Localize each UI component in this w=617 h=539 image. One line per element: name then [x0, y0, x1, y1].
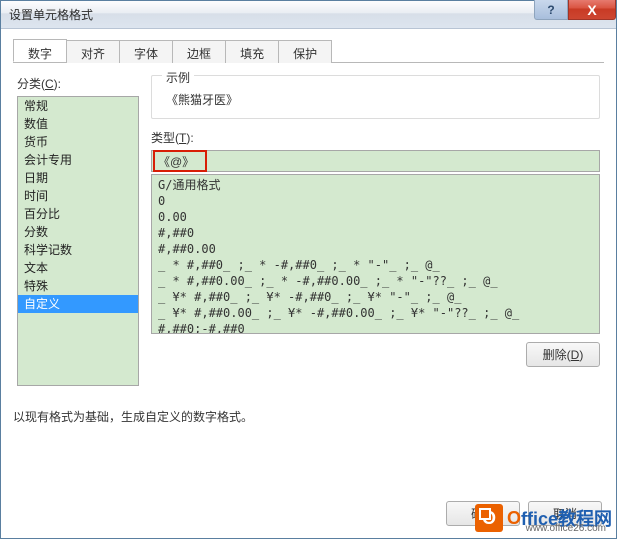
type-input[interactable] — [151, 150, 600, 172]
category-item[interactable]: 会计专用 — [18, 151, 138, 169]
category-item[interactable]: 分数 — [18, 223, 138, 241]
format-item[interactable]: _ ¥* #,##0.00_ ;_ ¥* -#,##0.00_ ;_ ¥* "-… — [152, 305, 599, 321]
format-item[interactable]: _ * #,##0_ ;_ * -#,##0_ ;_ * "-"_ ;_ @_ — [152, 257, 599, 273]
label-text: ): — [186, 131, 193, 145]
example-value: 《熊猫牙医》 — [162, 91, 589, 108]
window-controls: ? X — [534, 0, 616, 20]
label-text: 删除( — [543, 348, 571, 362]
delete-button[interactable]: 删除(D) — [526, 342, 600, 367]
format-item[interactable]: 0 — [152, 193, 599, 209]
category-item[interactable]: 自定义 — [18, 295, 138, 313]
format-item[interactable]: G/通用格式 — [152, 177, 599, 193]
category-item[interactable]: 文本 — [18, 259, 138, 277]
category-listbox[interactable]: 常规数值货币会计专用日期时间百分比分数科学记数文本特殊自定义 — [17, 96, 139, 386]
ok-button[interactable]: 确定 — [446, 501, 520, 526]
titlebar: 设置单元格格式 ? X — [1, 1, 616, 29]
window-title: 设置单元格格式 — [9, 6, 93, 23]
dialog-window: 设置单元格格式 ? X 数字对齐字体边框填充保护 分类(C): 常规数值货币会计… — [0, 0, 617, 539]
label-text: ) — [579, 348, 583, 362]
format-item[interactable]: #,##0;-#,##0 — [152, 321, 599, 334]
category-item[interactable]: 数值 — [18, 115, 138, 133]
category-item[interactable]: 百分比 — [18, 205, 138, 223]
label-text: ): — [54, 77, 61, 91]
type-label: 类型(T): — [151, 129, 600, 146]
tab-4[interactable]: 填充 — [225, 40, 279, 63]
format-listbox[interactable]: G/通用格式00.00#,##0#,##0.00_ * #,##0_ ;_ * … — [151, 174, 600, 334]
category-item[interactable]: 日期 — [18, 169, 138, 187]
close-button[interactable]: X — [568, 0, 616, 20]
category-item[interactable]: 科学记数 — [18, 241, 138, 259]
category-item[interactable]: 时间 — [18, 187, 138, 205]
tab-strip: 数字对齐字体边框填充保护 — [13, 39, 604, 63]
label-accelerator: C — [45, 77, 54, 91]
tab-content-number: 分类(C): 常规数值货币会计专用日期时间百分比分数科学记数文本特殊自定义 示例… — [13, 63, 604, 390]
tab-2[interactable]: 字体 — [119, 40, 173, 63]
delete-row: 删除(D) — [151, 342, 600, 367]
category-item[interactable]: 特殊 — [18, 277, 138, 295]
hint-text: 以现有格式为基础，生成自定义的数字格式。 — [13, 408, 604, 425]
format-item[interactable]: _ * #,##0.00_ ;_ * -#,##0.00_ ;_ * "-"??… — [152, 273, 599, 289]
format-item[interactable]: _ ¥* #,##0_ ;_ ¥* -#,##0_ ;_ ¥* "-"_ ;_ … — [152, 289, 599, 305]
tab-5[interactable]: 保护 — [278, 40, 332, 63]
right-column: 示例 《熊猫牙医》 类型(T): G/通用格式00.00#,##0#,##0.0… — [151, 75, 600, 386]
cancel-button[interactable]: 取消 — [528, 501, 602, 526]
dialog-body: 数字对齐字体边框填充保护 分类(C): 常规数值货币会计专用日期时间百分比分数科… — [1, 29, 616, 538]
dialog-buttons: 确定 取消 — [446, 501, 602, 526]
tab-1[interactable]: 对齐 — [66, 40, 120, 63]
help-button[interactable]: ? — [534, 0, 568, 20]
left-column: 分类(C): 常规数值货币会计专用日期时间百分比分数科学记数文本特殊自定义 — [17, 75, 139, 386]
tab-0[interactable]: 数字 — [13, 39, 67, 62]
category-label: 分类(C): — [17, 75, 139, 92]
example-legend: 示例 — [162, 69, 194, 86]
label-text: 类型( — [151, 131, 179, 145]
example-group: 示例 《熊猫牙医》 — [151, 75, 600, 119]
format-item[interactable]: 0.00 — [152, 209, 599, 225]
tab-3[interactable]: 边框 — [172, 40, 226, 63]
format-item[interactable]: #,##0 — [152, 225, 599, 241]
category-item[interactable]: 货币 — [18, 133, 138, 151]
category-item[interactable]: 常规 — [18, 97, 138, 115]
format-item[interactable]: #,##0.00 — [152, 241, 599, 257]
label-text: 分类( — [17, 77, 45, 91]
type-input-wrap — [151, 150, 600, 172]
